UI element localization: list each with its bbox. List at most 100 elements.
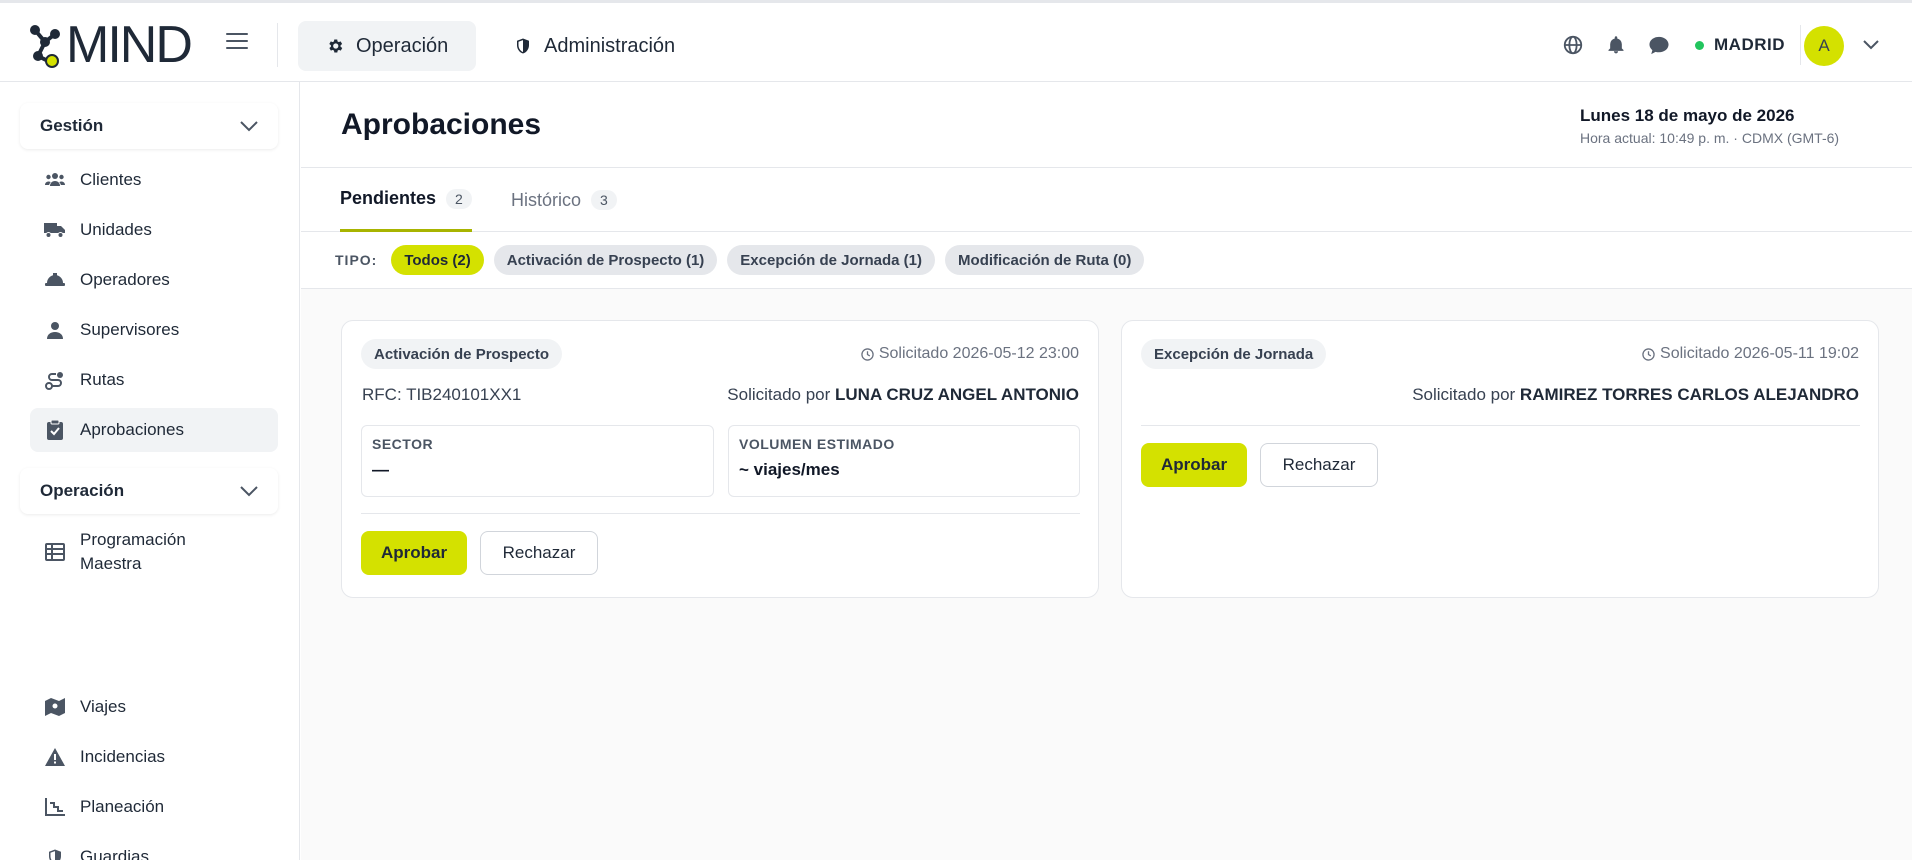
- divider: [277, 23, 278, 67]
- tab-label: Histórico: [511, 189, 582, 210]
- requested-by-prefix: Solicitado por: [1412, 385, 1520, 404]
- filter-chip-modificacion-ruta[interactable]: Modificación de Ruta (0): [945, 245, 1145, 275]
- supervisor-icon: [44, 319, 66, 341]
- approve-button[interactable]: Aprobar: [1141, 443, 1247, 487]
- requested-by-name: RAMIREZ TORRES CARLOS ALEJANDRO: [1519, 385, 1859, 404]
- online-dot: [1695, 40, 1704, 50]
- route-icon: [44, 369, 66, 391]
- menu-toggle-icon[interactable]: [226, 33, 248, 51]
- current-date: Lunes 18 de mayo de 2026: [1580, 106, 1795, 125]
- page-header: Aprobaciones Lunes 18 de mayo de 2026 Ho…: [301, 82, 1912, 168]
- page-title: Aprobaciones: [341, 108, 542, 141]
- sidebar-item-clientes[interactable]: Clientes: [30, 158, 278, 202]
- filter-chip-excepcion-jornada[interactable]: Excepción de Jornada (1): [727, 245, 936, 275]
- requested-by: Solicitado por RAMIREZ TORRES CARLOS ALE…: [1412, 385, 1859, 405]
- sidebar-item-incidencias[interactable]: Incidencias: [30, 735, 278, 779]
- sidebar-item-label: Viajes: [80, 697, 126, 716]
- app-logo[interactable]: MIND: [28, 16, 193, 74]
- approve-button[interactable]: Aprobar: [361, 531, 467, 575]
- requested-at: Solicitado 2026-05-12 23:00: [861, 345, 1079, 363]
- clock-icon: [1642, 347, 1655, 361]
- clipboard-check-icon: [44, 419, 66, 441]
- tab-count-badge: 2: [446, 188, 472, 209]
- sidebar-item-supervisores[interactable]: Supervisores: [30, 308, 278, 352]
- table-icon: [44, 541, 66, 563]
- sidebar-item-label: Programación Maestra: [80, 530, 186, 573]
- sidebar-section-gestion[interactable]: Gestión: [20, 103, 278, 149]
- chevron-down-icon: [240, 120, 258, 131]
- sidebar-item-guardias[interactable]: Guardias: [30, 835, 278, 860]
- filter-chip-activacion-prospecto[interactable]: Activación de Prospecto (1): [493, 245, 718, 275]
- nav-tab-operacion[interactable]: Operación: [298, 21, 477, 71]
- warning-icon: [44, 746, 66, 768]
- sidebar-item-label: Aprobaciones: [80, 420, 184, 439]
- reject-button[interactable]: Rechazar: [1260, 443, 1378, 487]
- reject-button[interactable]: Rechazar: [480, 531, 598, 575]
- field-volumen-estimado: VOLUMEN ESTIMADO ~ viajes/mes: [728, 425, 1080, 497]
- requested-at-text: Solicitado 2026-05-12 23:00: [878, 345, 1079, 362]
- sidebar-item-operadores[interactable]: Operadores: [30, 258, 278, 302]
- approval-card: Excepción de Jornada Solicitado 2026-05-…: [1121, 320, 1879, 598]
- requested-at: Solicitado 2026-05-11 19:02: [1642, 345, 1859, 363]
- sidebar-item-label: Clientes: [80, 170, 142, 189]
- chat-icon[interactable]: [1648, 31, 1670, 59]
- sidebar-item-aprobaciones[interactable]: Aprobaciones: [30, 408, 278, 452]
- hardhat-icon: [44, 269, 66, 291]
- globe-icon[interactable]: [1562, 31, 1584, 59]
- tab-historico[interactable]: Histórico 3: [511, 168, 617, 232]
- field-value: ~ viajes/mes: [739, 460, 840, 479]
- gear-icon: [329, 39, 343, 53]
- field-label: SECTOR: [372, 436, 434, 452]
- chevron-down-icon[interactable]: [1863, 31, 1879, 59]
- requested-by: Solicitado por LUNA CRUZ ANGEL ANTONIO: [727, 385, 1079, 405]
- filter-chip-todos[interactable]: Todos (2): [391, 245, 484, 275]
- sidebar-item-planeacion[interactable]: Planeación: [30, 785, 278, 829]
- users-icon: [44, 169, 66, 191]
- sidebar-item-label: Incidencias: [80, 747, 166, 766]
- field-sector: SECTOR —: [361, 425, 714, 497]
- sidebar-item-label: Supervisores: [80, 320, 180, 339]
- sidebar-section-operacion[interactable]: Operación: [20, 468, 278, 514]
- sidebar-item-label: Planeación: [80, 797, 165, 816]
- sidebar-item-programacion-maestra[interactable]: Programación Maestra: [30, 523, 278, 581]
- field-label: VOLUMEN ESTIMADO: [739, 436, 895, 452]
- sidebar-item-rutas[interactable]: Rutas: [30, 358, 278, 402]
- rfc-value: RFC: TIB240101XX1: [362, 385, 522, 404]
- chevron-down-icon: [240, 485, 258, 496]
- request-type-badge: Excepción de Jornada: [1141, 339, 1327, 369]
- avatar[interactable]: A: [1804, 26, 1844, 66]
- divider: [1800, 25, 1801, 65]
- shield-icon: [44, 846, 66, 860]
- tab-label: Pendientes: [340, 188, 437, 208]
- tab-pendientes[interactable]: Pendientes 2: [340, 168, 472, 232]
- filter-bar: TIPO: Todos (2) Activación de Prospecto …: [301, 232, 1912, 289]
- section-label: Operación: [40, 481, 125, 500]
- logo-mark-icon: [30, 25, 60, 68]
- requested-by-name: LUNA CRUZ ANGEL ANTONIO: [835, 385, 1079, 404]
- requested-at-text: Solicitado 2026-05-11 19:02: [1660, 345, 1859, 362]
- tabs-bar: Pendientes 2 Histórico 3: [301, 168, 1912, 232]
- logo-text: MIND: [66, 16, 193, 74]
- sidebar-item-unidades[interactable]: Unidades: [30, 208, 278, 252]
- main-content: Aprobaciones Lunes 18 de mayo de 2026 Ho…: [301, 82, 1912, 860]
- clock-icon: [861, 347, 874, 361]
- nav-tab-administracion[interactable]: Administración: [486, 21, 703, 71]
- current-time: Hora actual: 10:49 p. m. · CDMX (GMT-6): [1580, 130, 1840, 146]
- nav-tab-label: Administración: [544, 34, 676, 57]
- chart-icon: [44, 796, 66, 818]
- shield-icon: [517, 38, 529, 54]
- filter-label: TIPO:: [335, 252, 378, 268]
- divider: [1141, 425, 1860, 426]
- city-label[interactable]: MADRID: [1714, 35, 1785, 55]
- approval-card: Activación de Prospecto Solicitado 2026-…: [341, 320, 1099, 598]
- top-bar: MIND Operación Administración MADRID A: [0, 0, 1912, 82]
- bell-icon[interactable]: [1606, 31, 1626, 59]
- nav-tab-label: Operación: [356, 34, 449, 57]
- sidebar-item-viajes[interactable]: Viajes: [30, 685, 278, 729]
- sidebar-item-label: Guardias: [80, 847, 149, 860]
- section-label: Gestión: [40, 116, 104, 135]
- requested-by-prefix: Solicitado por: [727, 385, 836, 404]
- field-value: —: [372, 460, 389, 479]
- tab-count-badge: 3: [591, 190, 617, 210]
- status-indicator: MADRID: [1695, 31, 1785, 59]
